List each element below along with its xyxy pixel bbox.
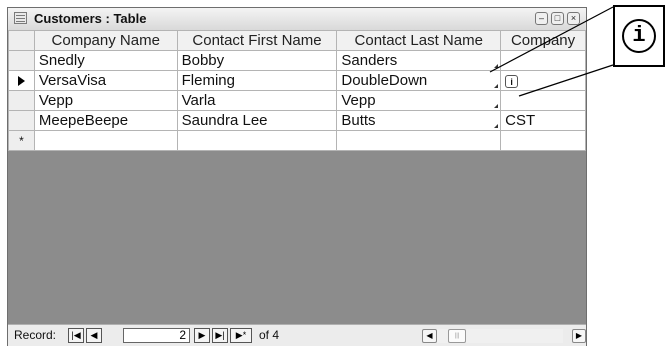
callout-line-bottom [518, 64, 614, 97]
callout-line-top [489, 6, 614, 73]
smart-tag-callout: i [613, 5, 665, 67]
smart-tag-info-icon: i [622, 19, 656, 53]
callout-lines [489, 6, 614, 97]
